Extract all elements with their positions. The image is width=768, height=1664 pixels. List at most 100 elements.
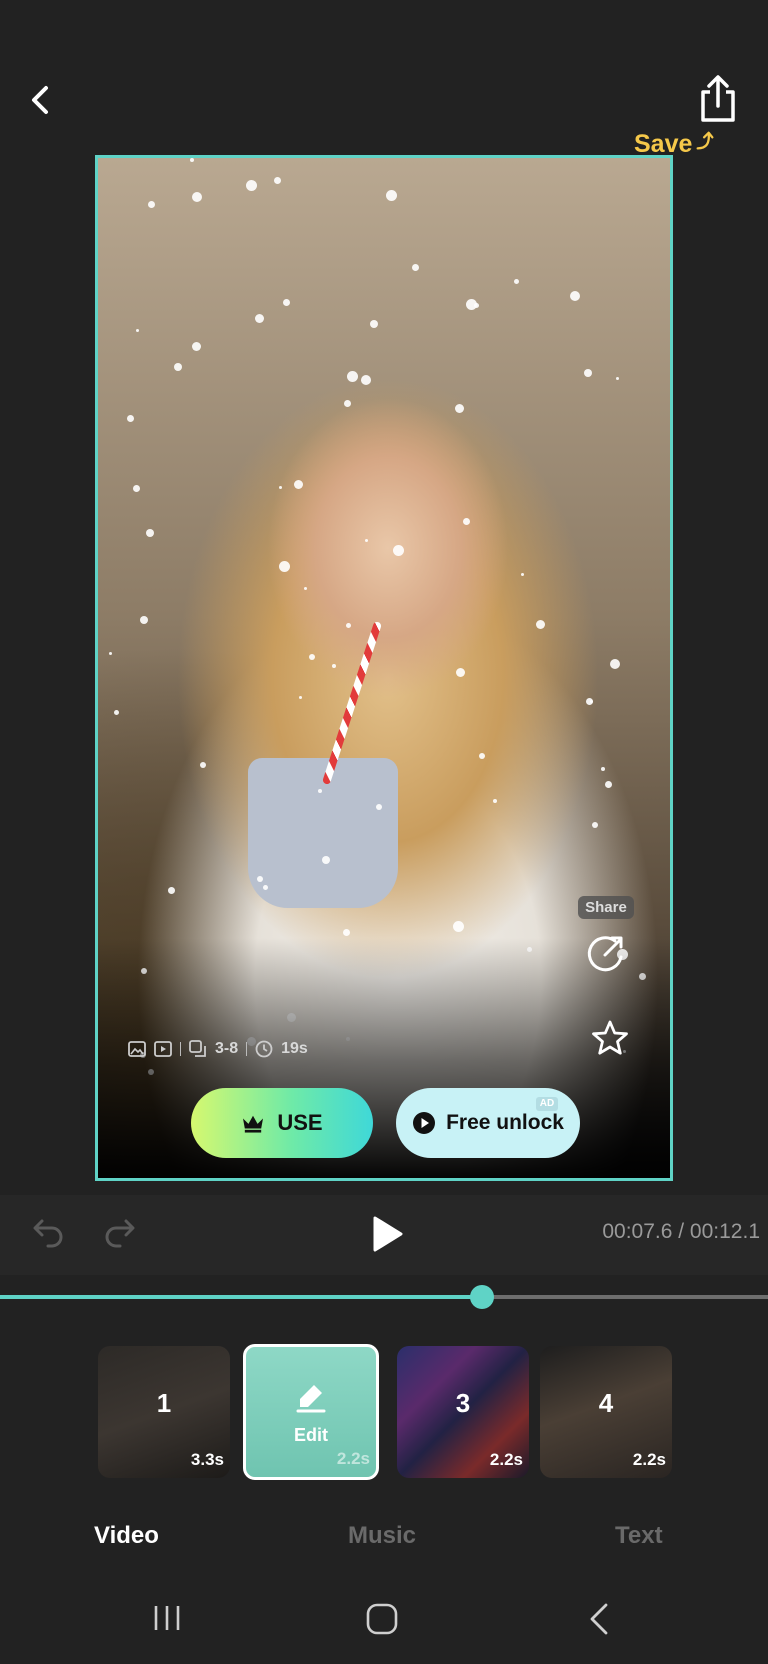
share-action[interactable]: Share [573,896,639,975]
snow-particle [393,545,404,556]
free-unlock-label: Free unlock [446,1111,564,1134]
snow-particle [370,320,378,328]
snow-particle [140,616,148,624]
clips-icon [189,1040,206,1057]
snow-particle [136,329,139,332]
clip-thumbnail[interactable]: 1 3.3s [98,1346,230,1478]
undo-icon [33,1219,63,1248]
snow-particle [309,654,315,660]
snow-particle [586,698,593,705]
snow-particle [479,753,485,759]
snow-particle [346,623,351,628]
recents-button[interactable] [152,1604,182,1632]
export-button[interactable] [696,74,740,124]
snow-particle [318,789,322,793]
snow-particle [570,291,580,301]
back-arrow-icon [590,1603,608,1635]
snow-particle [412,264,419,271]
snow-particle [386,190,397,201]
snow-particle [283,299,290,306]
edit-label: Edit [294,1425,328,1445]
snow-particle [174,363,182,371]
snow-particle [148,201,155,208]
redo-icon [105,1219,135,1248]
use-button[interactable]: USE [191,1088,373,1158]
snow-particle [304,587,307,590]
snow-particle [299,696,302,699]
snow-particle [192,342,201,351]
clip-number: 3 [455,1388,471,1418]
clip-duration: 3.3s [190,1450,224,1469]
snow-particle [343,929,350,936]
playback-time: 00:07.6 / 00:12.1 [602,1220,760,1243]
share-label: Share [578,896,634,919]
snow-particle [453,921,464,932]
share-export-icon [701,75,735,122]
snow-particle [257,876,263,882]
template-meta: 3-8 19s [128,1036,308,1062]
clip-thumbnail-selected[interactable]: Edit 2.2s [243,1344,379,1480]
clock-icon [255,1040,273,1058]
play-button[interactable] [370,1214,406,1254]
play-circle-icon [413,1112,436,1134]
duration-text: 19s [281,1040,308,1057]
snow-particle [274,177,281,184]
clip-number: 1 [156,1388,172,1418]
snow-particle [279,561,290,572]
snow-particle [294,480,303,489]
snow-particle [592,822,598,828]
snow-particle [361,375,371,385]
snow-particle [146,529,154,537]
system-back-button[interactable] [588,1602,610,1636]
snow-particle [601,767,605,771]
snow-particle [584,369,592,377]
snow-particle [279,486,282,489]
clip-thumbnail[interactable]: 3 2.2s [397,1346,529,1478]
favorite-button[interactable] [590,1018,630,1058]
snow-particle [466,299,477,310]
curved-arrow-icon [696,131,714,150]
clip-range-text: 3-8 [215,1040,239,1057]
chevron-left-icon [32,86,48,114]
snow-particle [109,652,112,655]
clip-thumbnail[interactable]: 4 2.2s [540,1346,672,1478]
snow-particle [344,400,351,407]
snow-particle [455,404,464,413]
clip-duration: 2.2s [336,1449,370,1468]
timeline-progress [0,1295,482,1299]
pencil-icon [296,1385,326,1413]
snow-particle [133,485,140,492]
share-arrow-icon [587,936,623,972]
snow-particle [127,415,134,422]
ad-badge: AD [536,1097,558,1111]
recents-icon [154,1606,180,1630]
home-icon [366,1603,398,1635]
snow-particle [610,659,620,669]
tab-music[interactable]: Music [348,1522,416,1550]
snow-particle [263,885,268,890]
clip-duration: 2.2s [489,1450,523,1469]
snow-particle [246,180,257,191]
snow-particle [190,158,194,162]
snow-particle [322,856,330,864]
crown-icon [243,1115,264,1133]
tab-text[interactable]: Text [615,1522,663,1550]
meta-divider [246,1042,248,1056]
star-icon [592,1020,628,1055]
snow-particle [200,762,206,768]
snow-particle [605,781,612,788]
snow-particle [521,573,524,576]
snow-particle [168,887,175,894]
home-button[interactable] [366,1603,398,1635]
snow-particle [514,279,519,284]
undo-button[interactable] [26,1212,68,1254]
redo-button[interactable] [100,1212,142,1254]
back-button[interactable] [22,80,62,120]
video-preview[interactable]: 3-8 19s Share USE Free unlock AD [95,155,673,1181]
timeline-scrubber[interactable] [470,1285,494,1309]
video-icon [154,1041,172,1057]
snow-particle [536,620,545,629]
snow-particle [616,377,619,380]
snow-particle [332,664,336,668]
tab-video[interactable]: Video [94,1522,159,1550]
